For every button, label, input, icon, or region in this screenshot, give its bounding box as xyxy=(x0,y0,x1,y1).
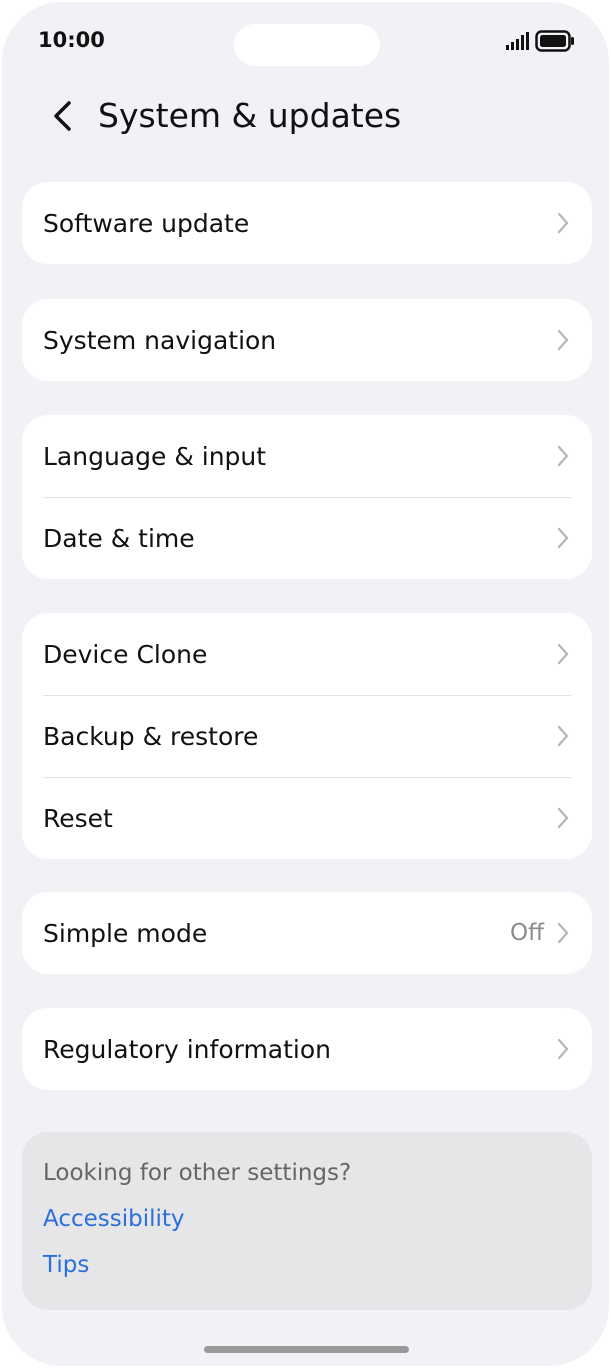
settings-item-label: Backup & restore xyxy=(43,721,259,751)
chevron-right-icon xyxy=(557,329,569,351)
chevron-right-icon xyxy=(557,807,569,829)
chevron-right-icon xyxy=(557,922,569,944)
settings-item-value: Off xyxy=(510,920,544,946)
phone-screen: 10:00 System & updates Software update S… xyxy=(2,2,609,1366)
settings-item-label: Date & time xyxy=(43,523,195,553)
settings-item-backup-restore[interactable]: Backup & restore xyxy=(22,695,592,777)
chevron-right-icon xyxy=(557,445,569,467)
settings-group-navigation: System navigation xyxy=(22,299,592,381)
settings-item-label: Language & input xyxy=(43,441,267,471)
settings-item-date-time[interactable]: Date & time xyxy=(22,497,592,579)
status-time: 10:00 xyxy=(38,28,105,52)
settings-item-regulatory-information[interactable]: Regulatory information xyxy=(22,1008,592,1090)
settings-item-label: Software update xyxy=(43,208,250,238)
back-button[interactable] xyxy=(42,96,82,136)
settings-group-simple-mode: Simple mode Off xyxy=(22,892,592,974)
home-indicator[interactable] xyxy=(204,1346,409,1353)
settings-item-simple-mode[interactable]: Simple mode Off xyxy=(22,892,592,974)
chevron-left-icon xyxy=(54,101,71,131)
settings-item-software-update[interactable]: Software update xyxy=(22,182,592,264)
settings-item-label: Device Clone xyxy=(43,639,208,669)
page-title: System & updates xyxy=(98,96,402,135)
other-settings-card: Looking for other settings? Accessibilit… xyxy=(22,1132,592,1310)
settings-item-language-input[interactable]: Language & input xyxy=(22,415,592,497)
settings-group-software: Software update xyxy=(22,182,592,264)
chevron-right-icon xyxy=(557,1038,569,1060)
settings-item-label: Regulatory information xyxy=(43,1034,332,1064)
tips-link[interactable]: Tips xyxy=(43,1252,89,1278)
battery-icon xyxy=(535,30,574,52)
status-icons xyxy=(505,29,575,53)
accessibility-link[interactable]: Accessibility xyxy=(43,1206,185,1232)
chevron-right-icon xyxy=(557,212,569,234)
settings-item-device-clone[interactable]: Device Clone xyxy=(22,613,592,695)
settings-group-language: Language & input Date & time xyxy=(22,415,592,579)
chevron-right-icon xyxy=(557,527,569,549)
settings-item-label: System navigation xyxy=(43,325,277,355)
signal-icon xyxy=(506,32,529,50)
settings-group-backup: Device Clone Backup & restore Reset xyxy=(22,613,592,859)
settings-group-regulatory: Regulatory information xyxy=(22,1008,592,1090)
settings-item-label: Simple mode xyxy=(43,918,208,948)
chevron-right-icon xyxy=(557,725,569,747)
chevron-right-icon xyxy=(557,643,569,665)
other-settings-question: Looking for other settings? xyxy=(43,1160,352,1186)
camera-pill xyxy=(234,24,380,66)
settings-item-reset[interactable]: Reset xyxy=(22,777,592,859)
settings-item-label: Reset xyxy=(43,803,113,833)
settings-item-system-navigation[interactable]: System navigation xyxy=(22,299,592,381)
